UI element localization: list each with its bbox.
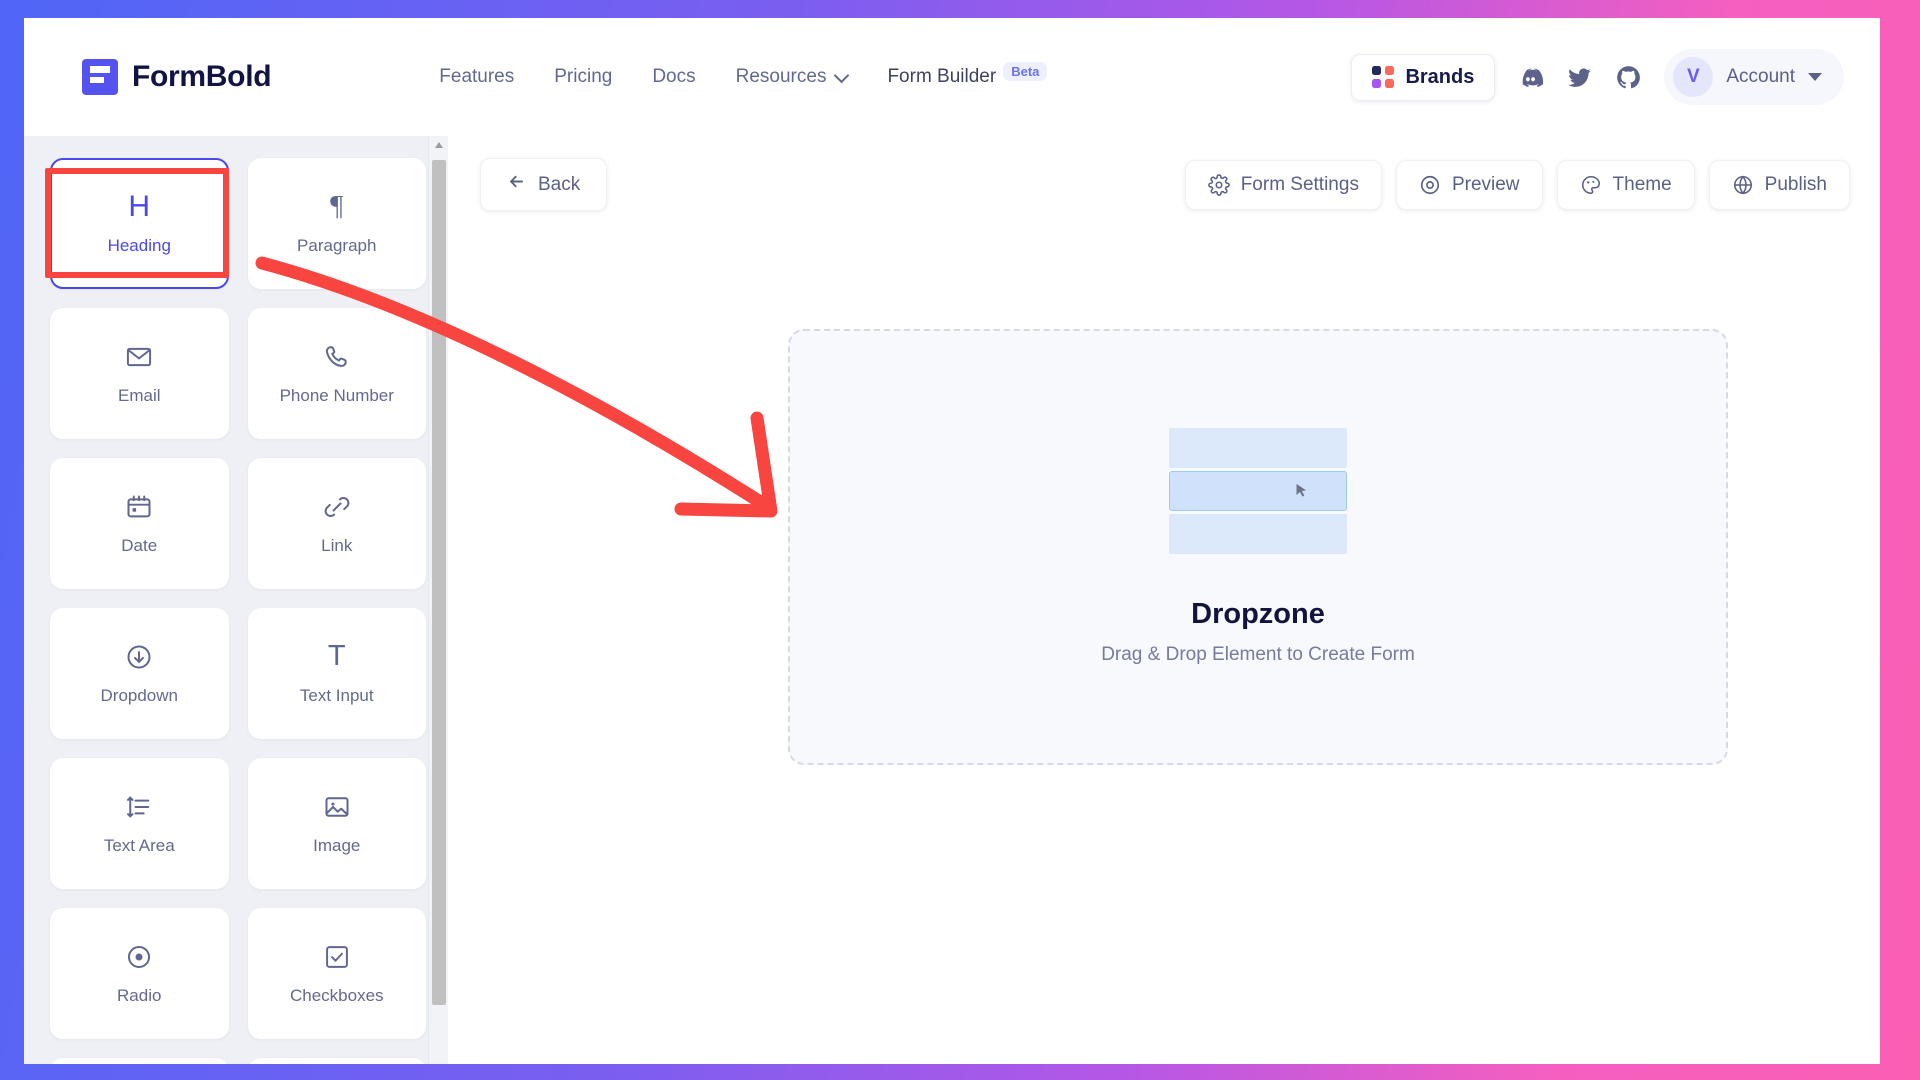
nav-link-resources[interactable]: Resources (735, 66, 850, 88)
sidebar-item-label: Image (313, 835, 361, 855)
toolbar-button-label: Publish (1764, 173, 1827, 195)
toolbar-right-cluster: Form Settings Preview Theme Publish (1184, 159, 1850, 210)
sidebar-item-file-attachment[interactable]: File Attachment (247, 1058, 426, 1064)
app-window: FormBold Features Pricing Docs Resources… (24, 18, 1880, 1064)
sidebar-item-label: Dropdown (100, 685, 179, 705)
sidebar-item-dropdown[interactable]: Dropdown (50, 608, 229, 739)
brand-name: FormBold (132, 60, 272, 93)
sidebar-item-label: Checkboxes (289, 985, 384, 1005)
circle-arrow-down-icon (125, 642, 153, 672)
palette-icon (1580, 174, 1602, 196)
formbold-logo-icon (82, 59, 118, 95)
toolbar-button-label: Preview (1451, 173, 1520, 195)
sidebar-item-date[interactable]: Date (50, 458, 229, 589)
chevron-down-icon (834, 67, 850, 83)
nav-link-label: Pricing (554, 66, 613, 87)
globe-icon (1732, 174, 1754, 196)
image-icon (323, 792, 351, 822)
body-split: H Heading ¶ Paragraph Email Phone Number… (24, 136, 1880, 1064)
sidebar-item-radio[interactable]: Radio (50, 908, 229, 1039)
sidebar-item-link[interactable]: Link (247, 458, 426, 589)
sidebar-item-label: Date (121, 535, 158, 555)
discord-icon[interactable] (1517, 64, 1544, 91)
dropzone-subtitle: Drag & Drop Element to Create Form (1101, 644, 1415, 665)
scroll-up-arrow-icon[interactable] (435, 142, 443, 148)
sidebar-item-label: Link (321, 535, 353, 555)
sidebar-item-phone-number[interactable]: Phone Number (247, 308, 426, 439)
twitter-icon[interactable] (1566, 64, 1593, 91)
toolbar-button-label: Theme (1612, 173, 1672, 195)
sidebar-item-label: Email (117, 385, 161, 405)
sidebar-item-label: Text Area (103, 835, 175, 855)
dropzone-bar-bottom (1169, 514, 1347, 554)
dropzone-title: Dropzone (1191, 598, 1325, 630)
sidebar-item-label: Text Input (299, 685, 374, 705)
canvas-toolbar: Back Form Settings Preview Theme Publish (448, 136, 1880, 211)
arrow-left-icon (507, 172, 526, 197)
list-lines-icon (125, 792, 153, 822)
nav-links: Features Pricing Docs Resources (439, 66, 850, 88)
sidebar-item-label: Paragraph (297, 235, 377, 255)
publish-button[interactable]: Publish (1708, 159, 1850, 210)
theme-button[interactable]: Theme (1556, 159, 1695, 210)
sidebar-item-text-area[interactable]: Text Area (50, 758, 229, 889)
toolbar-button-label: Form Settings (1240, 173, 1359, 195)
nav-link-label: Form Builder (887, 66, 997, 87)
sidebar-item-text-input[interactable]: T Text Input (247, 608, 426, 739)
eye-circle-icon (1419, 174, 1441, 196)
beta-badge: Beta (1003, 62, 1048, 81)
stacked-bars-icon (1169, 428, 1347, 554)
nav-link-form-builder[interactable]: Form Builder Beta (887, 62, 1048, 88)
form-canvas-area: Back Form Settings Preview Theme Publish… (448, 136, 1880, 1064)
back-button-label: Back (538, 173, 581, 195)
sidebar-item-image[interactable]: Image (247, 758, 426, 889)
phone-icon (323, 342, 351, 372)
github-icon[interactable] (1615, 64, 1642, 91)
brands-button[interactable]: Brands (1351, 53, 1496, 101)
link-chain-icon (323, 492, 351, 522)
preview-button[interactable]: Preview (1395, 159, 1543, 210)
sidebar-item-checkboxes[interactable]: Checkboxes (247, 908, 426, 1039)
dropzone[interactable]: Dropzone Drag & Drop Element to Create F… (788, 329, 1728, 765)
nav-link-label: Resources (735, 66, 827, 87)
paragraph-pilcrow-icon: ¶ (330, 190, 344, 222)
dropzone-bar-active (1169, 471, 1347, 511)
envelope-icon (125, 342, 153, 372)
nav-link-features[interactable]: Features (439, 66, 514, 88)
sidebar-item-email[interactable]: Email (50, 308, 229, 439)
brand-logo[interactable]: FormBold (82, 59, 272, 95)
caret-down-icon (1808, 73, 1822, 81)
checkbox-check-icon (323, 942, 351, 972)
palette-grid: H Heading ¶ Paragraph Email Phone Number… (50, 158, 426, 1064)
brands-button-label: Brands (1405, 65, 1475, 88)
gear-icon (1207, 173, 1230, 196)
sidebar-item-label: Radio (117, 985, 162, 1005)
account-label: Account (1726, 66, 1795, 87)
sidebar-item-paragraph[interactable]: ¶ Paragraph (247, 158, 426, 289)
text-t-icon: T (327, 640, 346, 672)
form-settings-button[interactable]: Form Settings (1184, 159, 1382, 210)
scrollbar-thumb[interactable] (432, 160, 446, 1005)
radio-dot-icon (125, 942, 153, 972)
grid-dots-icon (1372, 66, 1395, 88)
annotation-highlight-box (45, 168, 229, 278)
back-button[interactable]: Back (480, 158, 608, 211)
sidebar-item-label: Phone Number (279, 385, 394, 405)
account-menu[interactable]: V Account (1664, 49, 1844, 105)
dropzone-bar-top (1169, 428, 1347, 468)
nav-link-docs[interactable]: Docs (652, 66, 695, 88)
calendar-icon (125, 492, 153, 522)
sidebar-item-file-upload[interactable]: File Upload (50, 1058, 229, 1064)
nav-link-label: Features (439, 66, 515, 87)
sidebar-scrollbar[interactable] (428, 136, 448, 1064)
nav-right-cluster: Brands V Account (1351, 49, 1844, 105)
mouse-pointer-icon (1293, 481, 1310, 506)
avatar: V (1673, 57, 1714, 97)
top-navigation-bar: FormBold Features Pricing Docs Resources… (24, 18, 1880, 136)
nav-link-pricing[interactable]: Pricing (554, 66, 612, 88)
nav-link-label: Docs (652, 66, 696, 87)
